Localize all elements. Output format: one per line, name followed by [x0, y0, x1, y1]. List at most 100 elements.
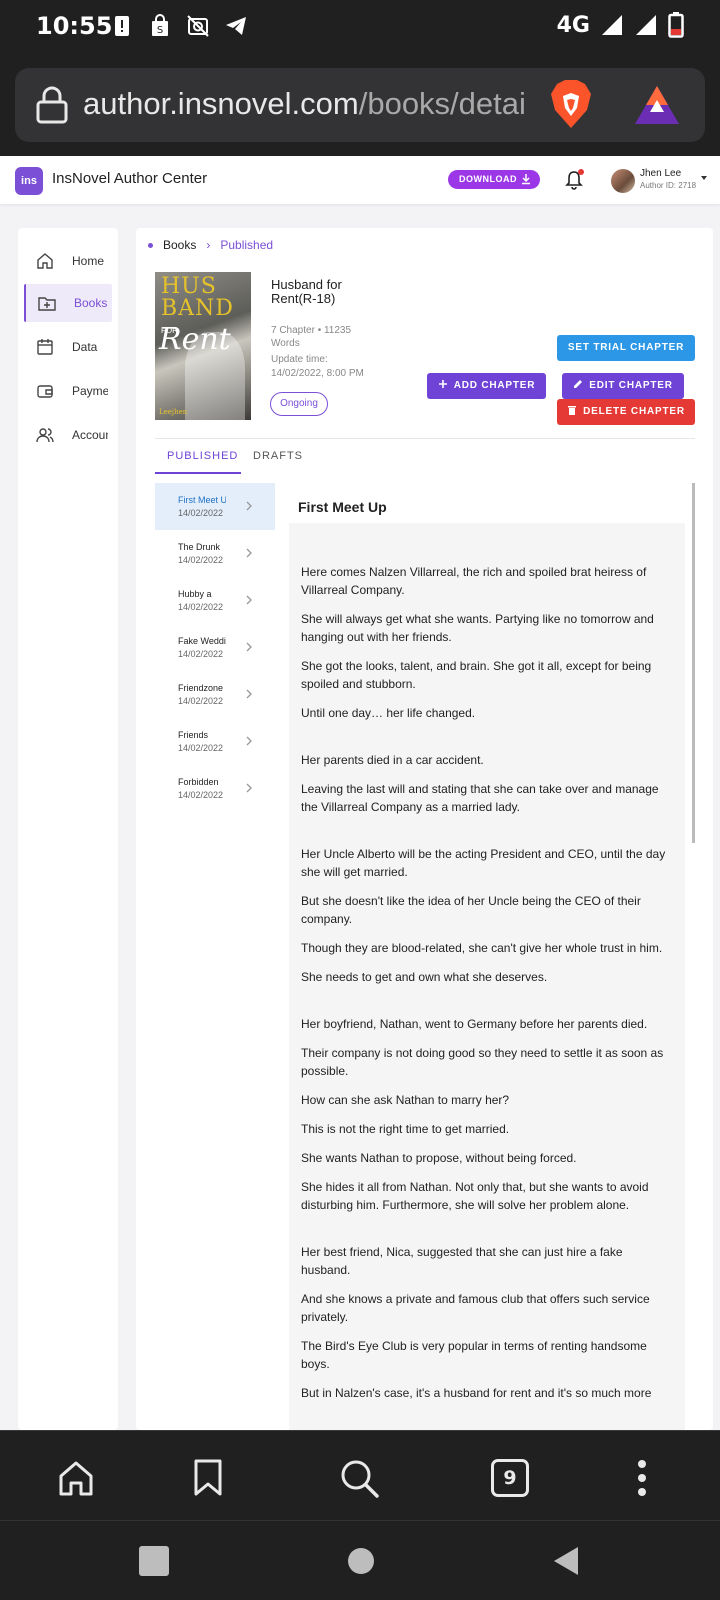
chevron-right-icon: [246, 642, 252, 652]
brave-shield-icon[interactable]: [549, 80, 593, 130]
url-host: author.insnovel.com: [83, 86, 359, 121]
cover-title: HUS BAND: [161, 276, 234, 320]
edit-chapter-button[interactable]: EDIT CHAPTER: [562, 373, 684, 399]
paragraph: How can she ask Nathan to marry her?: [301, 1093, 510, 1107]
chapter-title: The Drunk: [178, 542, 221, 552]
paragraph: Until one day… her life changed.: [301, 706, 476, 720]
tab-drafts[interactable]: DRAFTS: [253, 450, 303, 462]
more-options-icon[interactable]: [636, 1459, 648, 1497]
tab-published[interactable]: PUBLISHED: [167, 450, 238, 462]
app-header: ins InsNovel Author Center DOWNLOAD Jhen…: [0, 156, 720, 204]
set-trial-chapter-button[interactable]: SET TRIAL CHAPTER: [557, 335, 695, 361]
address-bar[interactable]: author.insnovel.com/books/detai: [15, 68, 705, 142]
chapter-list-item[interactable]: Fake Wedding 14/02/2022: [155, 624, 275, 671]
url-text[interactable]: author.insnovel.com/books/detai: [83, 86, 543, 122]
chapter-list-item[interactable]: First Meet Up 14/02/2022: [155, 483, 275, 530]
trash-icon: [568, 406, 577, 415]
paragraph: She got the looks, talent, and brain. Sh…: [301, 659, 652, 691]
add-label: ADD CHAPTER: [453, 380, 536, 391]
paragraph: Leaving the last will and stating that s…: [301, 782, 659, 814]
calendar-icon: [37, 339, 53, 355]
lock-icon: [36, 86, 68, 124]
content-scrollbar[interactable]: [692, 483, 695, 843]
chapter-header: First Meet Up: [275, 483, 685, 523]
chevron-right-icon: [246, 595, 252, 605]
tab-indicator: [155, 472, 241, 474]
breadcrumb-books[interactable]: Books: [163, 238, 196, 252]
chapter-list-item[interactable]: Forbidden 14/02/2022: [155, 765, 275, 812]
chapter-date: 14/02/2022: [178, 696, 224, 706]
author-id: Author ID: 2718: [640, 181, 697, 190]
sidebar: Home Books Data Payment Account: [18, 228, 118, 1430]
chapter-date: 14/02/2022: [178, 743, 224, 753]
paragraph: Here comes Nalzen Villarreal, the rich a…: [301, 565, 647, 597]
divider: [155, 438, 695, 439]
recent-apps-icon[interactable]: [139, 1546, 169, 1576]
paragraph: But in Nalzen's case, it's a husband for…: [301, 1386, 652, 1400]
delete-chapter-button[interactable]: DELETE CHAPTER: [557, 399, 695, 425]
brave-rewards-icon[interactable]: [633, 84, 681, 126]
download-icon: [522, 174, 530, 185]
browser-toolbar: author.insnovel.com/books/detai: [0, 56, 720, 156]
home-icon: [37, 253, 53, 269]
chapter-heading: First Meet Up: [298, 499, 387, 515]
paragraph: She wants Nathan to propose, without bei…: [301, 1151, 577, 1165]
download-button[interactable]: DOWNLOAD: [448, 170, 540, 189]
sidebar-item-label: Books: [74, 296, 108, 310]
chapter-title: Forbidden: [178, 777, 219, 787]
update-label: Update time:: [271, 354, 328, 365]
sidebar-item-payment[interactable]: Payment: [24, 372, 112, 410]
sidebar-item-account[interactable]: Account: [24, 416, 112, 454]
search-icon[interactable]: [340, 1459, 380, 1499]
bookmark-icon[interactable]: [193, 1459, 223, 1497]
home-icon[interactable]: [57, 1459, 95, 1497]
user-menu-caret-icon[interactable]: [701, 176, 707, 180]
user-name[interactable]: Jhen Lee: [640, 168, 681, 179]
paragraph: Her boyfriend, Nathan, went to Germany b…: [301, 1017, 648, 1031]
browser-bottom-bar: 9: [0, 1430, 720, 1520]
chapter-list-item[interactable]: The Drunk 14/02/2022: [155, 530, 275, 577]
add-chapter-button[interactable]: ADD CHAPTER: [427, 373, 546, 399]
chapter-date: 14/02/2022: [178, 649, 224, 659]
back-icon[interactable]: [552, 1545, 580, 1577]
telegram-icon: [226, 17, 246, 35]
trial-label: SET TRIAL CHAPTER: [567, 342, 685, 353]
paragraph: But she doesn't like the idea of her Unc…: [301, 894, 641, 926]
chevron-right-icon: ›: [206, 238, 211, 252]
avatar[interactable]: [611, 169, 635, 193]
tab-count-button[interactable]: 9: [491, 1459, 529, 1497]
paragraph: Her parents died in a car accident.: [301, 753, 484, 767]
chapter-date: 14/02/2022: [178, 602, 224, 612]
shopping-bag-icon: S: [152, 14, 168, 36]
paragraph: Her Uncle Alberto will be the acting Pre…: [301, 847, 666, 879]
chapter-list-item[interactable]: Friends 14/02/2022: [155, 718, 275, 765]
home-button-icon[interactable]: [348, 1548, 374, 1574]
download-label: DOWNLOAD: [459, 174, 517, 184]
sidebar-item-home[interactable]: Home: [24, 242, 112, 280]
svg-text:S: S: [157, 25, 163, 36]
signal-icon: [602, 15, 622, 35]
insnovel-logo[interactable]: ins: [15, 167, 43, 195]
chapter-title: Friendzone: [178, 683, 224, 693]
sidebar-item-data[interactable]: Data: [24, 328, 112, 366]
chapter-title: Hubby a: [178, 589, 212, 599]
edit-label: EDIT CHAPTER: [589, 380, 673, 391]
paragraph: Though they are blood-related, she can't…: [301, 941, 663, 955]
book-title: Husband for Rent(R-18): [271, 277, 342, 306]
chapter-list-item[interactable]: Hubby a 14/02/2022: [155, 577, 275, 624]
book-detail-panel: Books › Published HUS BAND FOR Rent Leejh…: [136, 228, 713, 1430]
sidebar-item-books[interactable]: Books: [24, 284, 112, 322]
breadcrumb-published: Published: [220, 238, 274, 252]
plus-icon: [438, 380, 447, 388]
chapter-list-item[interactable]: Friendzone 14/02/2022: [155, 671, 275, 718]
paragraph: Their company is not doing good so they …: [301, 1046, 664, 1078]
battery-icon: [668, 12, 684, 38]
chapter-title: Friends: [178, 730, 209, 740]
system-nav-bar: [0, 1520, 720, 1600]
paragraph: She hides it all from Nathan. Not only t…: [301, 1180, 649, 1212]
url-path: /books/detai: [358, 86, 526, 121]
cover-rent: Rent: [159, 322, 231, 357]
people-icon: [36, 428, 54, 443]
web-page: ins InsNovel Author Center DOWNLOAD Jhen…: [0, 156, 720, 1430]
book-update-time: Update time: 14/02/2022, 8:00 PM: [271, 353, 391, 381]
